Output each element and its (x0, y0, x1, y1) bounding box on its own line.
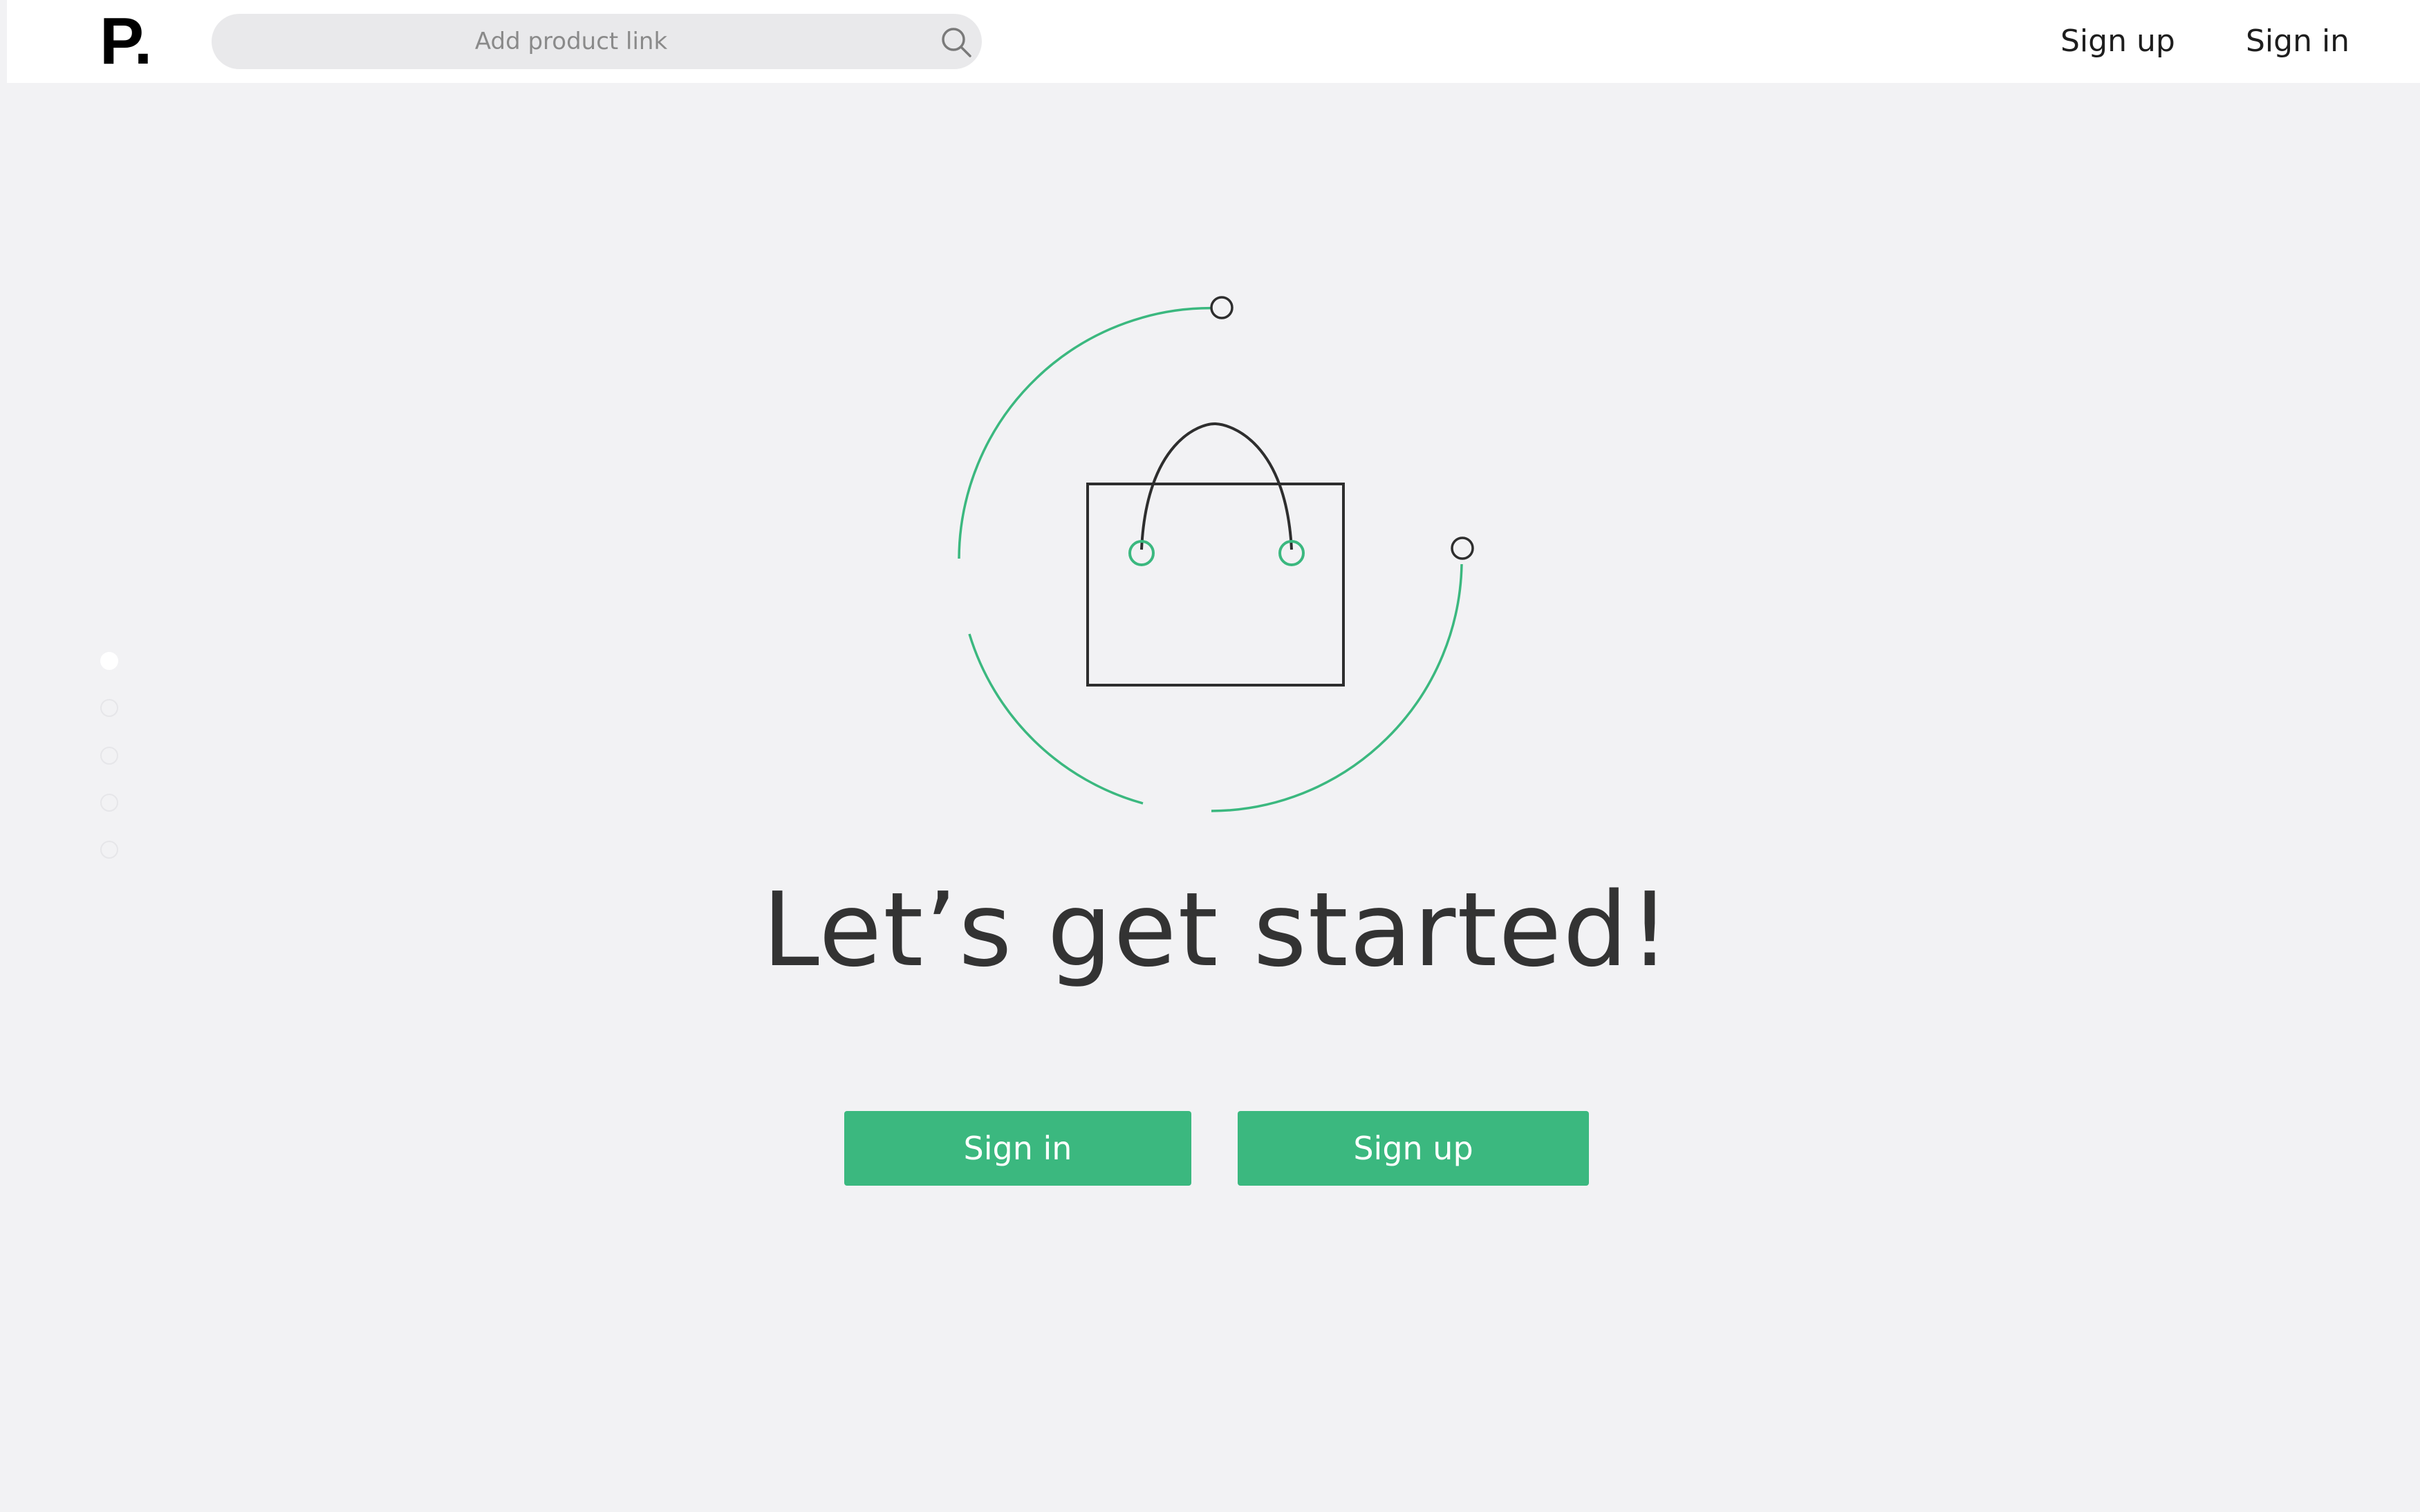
brand-logo[interactable]: P. (100, 8, 152, 75)
progress-arc-bottom-left (968, 633, 1144, 805)
arc-endpoint-top (1210, 296, 1234, 319)
product-link-input[interactable] (212, 14, 903, 69)
shopping-bag-icon (958, 296, 1474, 812)
pager-dot-4[interactable] (100, 794, 118, 812)
pager-dot-1[interactable] (100, 652, 118, 670)
sign-up-button[interactable]: Sign up (1238, 1111, 1589, 1186)
bag-handle (1140, 422, 1293, 550)
nav-sign-in-link[interactable]: Sign in (2246, 21, 2349, 62)
arc-endpoint-right (1451, 536, 1474, 560)
pager-dot-3[interactable] (100, 747, 118, 765)
progress-arc-bottom-right (1211, 563, 1463, 812)
nav-sign-up-link[interactable]: Sign up (2060, 21, 2175, 62)
top-navbar: P. Sign up Sign in (7, 0, 2420, 83)
pager-dot-2[interactable] (100, 699, 118, 717)
bag-body (1086, 483, 1345, 687)
search-icon[interactable] (940, 26, 972, 58)
pager-dot-5[interactable] (100, 841, 118, 859)
page: P. Sign up Sign in Let’s g (0, 0, 2420, 1512)
sign-in-button[interactable]: Sign in (844, 1111, 1191, 1186)
product-link-search (212, 14, 982, 69)
progress-arc-top-left (958, 306, 1222, 559)
page-title: Let’s get started! (762, 870, 1672, 989)
